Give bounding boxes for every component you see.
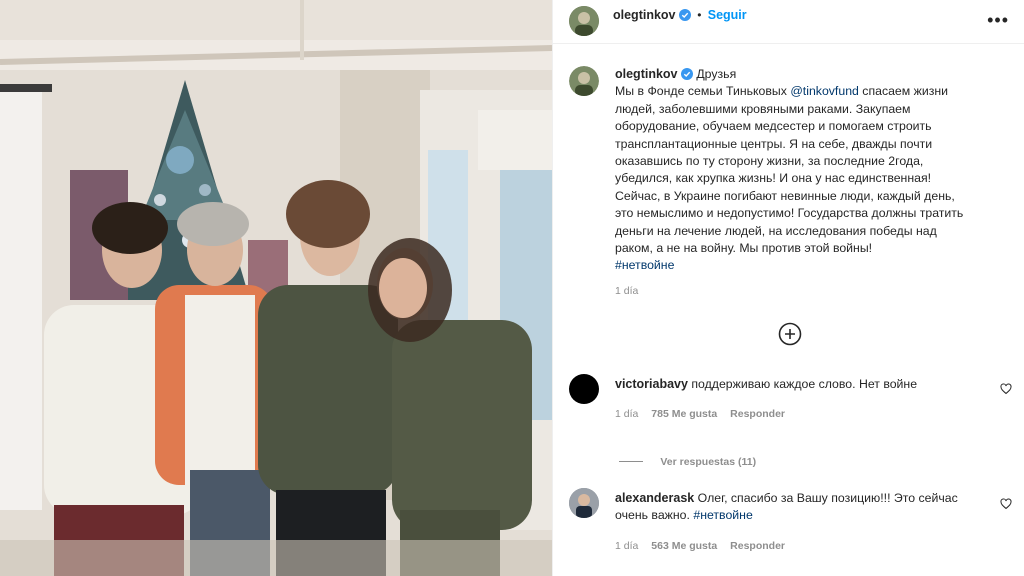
comment-likes[interactable]: 785 Me gusta — [651, 408, 717, 420]
hashtag-link[interactable]: #нетвойне — [693, 508, 752, 522]
comment-reply-button[interactable]: Responder — [730, 540, 785, 552]
hashtag-link[interactable]: #нетвойне — [615, 258, 674, 272]
separator-dot: • — [697, 8, 702, 22]
post-details-panel: olegtinkov • Seguir ••• olegtinkov Друзь… — [552, 0, 1024, 576]
avatar-image-icon — [569, 6, 599, 36]
comment-meta: 1 día 785 Me gusta Responder — [615, 408, 785, 420]
post-header: olegtinkov • Seguir ••• — [553, 0, 1024, 44]
verified-badge-icon — [678, 9, 691, 21]
tinkovfund-mention-link[interactable]: @tinkovfund — [790, 84, 859, 98]
comment-time[interactable]: 1 día — [615, 540, 638, 552]
post-caption: olegtinkov Друзья Мы в Фонде семьи Тиньк… — [615, 66, 975, 275]
comment-item: victoriabavy поддерживаю каждое слово. Н… — [615, 376, 967, 393]
avatar-image-icon — [569, 488, 599, 518]
replies-line-divider — [619, 461, 643, 463]
comment-meta: 1 día 563 Me gusta Responder — [615, 540, 785, 552]
comment-likes[interactable]: 563 Me gusta — [651, 540, 717, 552]
caption-author-avatar[interactable] — [569, 66, 599, 96]
follow-button[interactable]: Seguir — [708, 8, 747, 22]
more-options-icon[interactable]: ••• — [987, 10, 1009, 31]
family-photo-image — [0, 0, 552, 576]
load-more-comments-icon[interactable] — [778, 322, 802, 346]
view-replies-label: Ver respuestas (11) — [660, 456, 757, 468]
view-replies-button[interactable]: Ver respuestas (11) — [619, 454, 756, 468]
verified-badge-icon — [680, 68, 693, 80]
like-comment-heart-icon[interactable] — [1000, 383, 1012, 395]
comment-username[interactable]: victoriabavy — [615, 377, 688, 391]
caption-username[interactable]: olegtinkov — [615, 67, 678, 81]
author-avatar[interactable] — [569, 6, 599, 36]
comment-reply-button[interactable]: Responder — [730, 408, 785, 420]
post-location[interactable]: Друзья — [696, 67, 736, 81]
header-username[interactable]: olegtinkov — [613, 8, 676, 22]
comment-item: alexanderask Олег, спасибо за Вашу позиц… — [615, 490, 967, 524]
post-timestamp[interactable]: 1 día — [615, 285, 638, 297]
commenter-avatar[interactable] — [569, 488, 599, 518]
post-photo[interactable] — [0, 0, 552, 576]
caption-text-part-2: спасаем жизни людей, заболевшими кровяны… — [615, 84, 964, 256]
like-comment-heart-icon[interactable] — [1000, 498, 1012, 510]
avatar-image-icon — [569, 66, 599, 96]
caption-text-part-1: Мы в Фонде семьи Тиньковых — [615, 84, 791, 99]
commenter-avatar[interactable] — [569, 374, 599, 404]
comment-username[interactable]: alexanderask — [615, 491, 694, 505]
comment-time[interactable]: 1 día — [615, 408, 638, 420]
comment-text: поддерживаю каждое слово. Нет войне — [691, 377, 918, 391]
